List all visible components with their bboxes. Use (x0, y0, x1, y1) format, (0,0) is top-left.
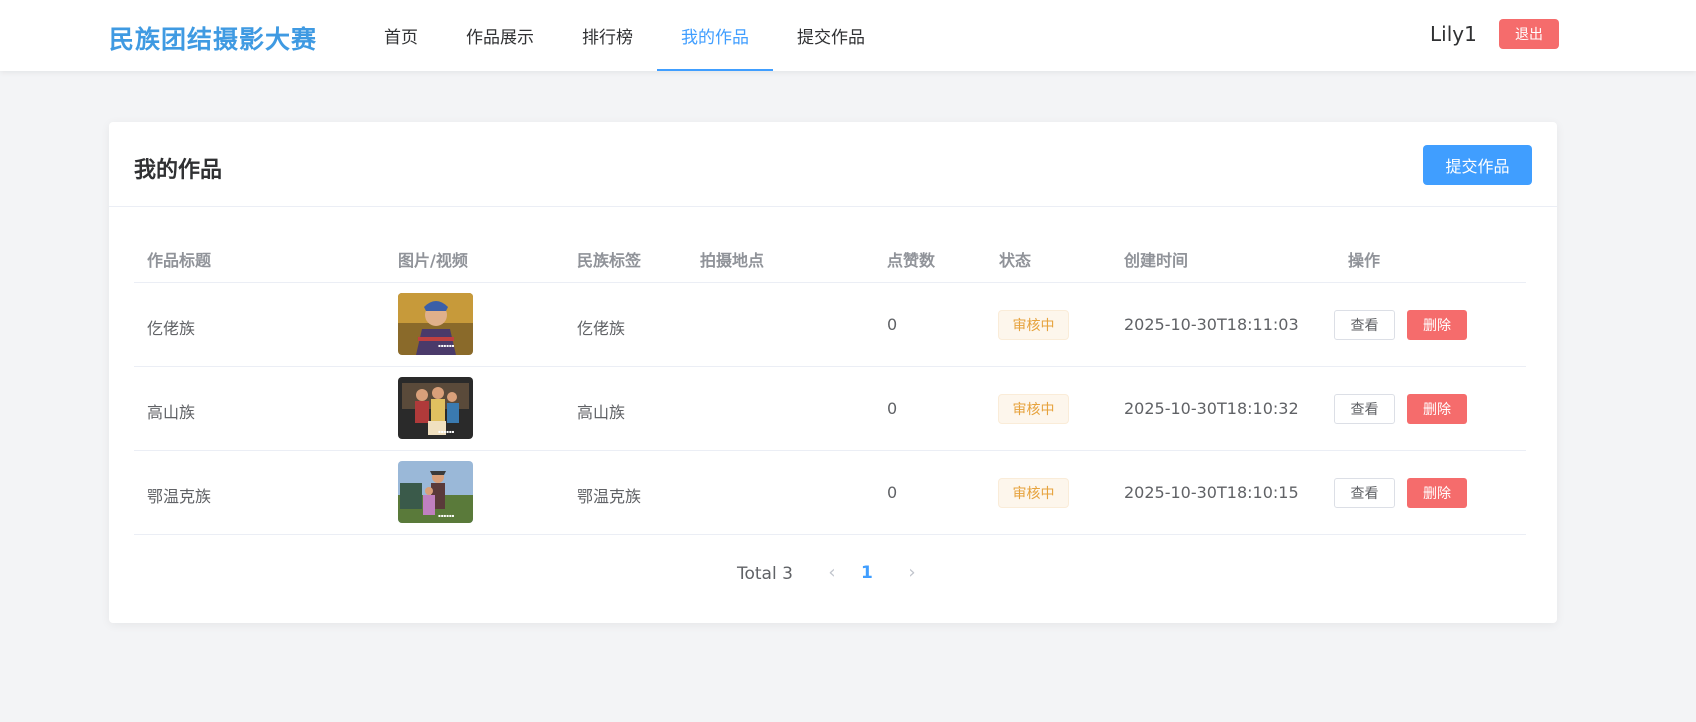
column-header-created: 创建时间 (1124, 251, 1189, 270)
delete-button[interactable]: 删除 (1407, 478, 1467, 508)
status-badge: 审核中 (998, 310, 1069, 340)
site-brand[interactable]: 民族团结摄影大赛 (109, 20, 317, 56)
view-button[interactable]: 查看 (1334, 310, 1395, 340)
column-header-status: 状态 (999, 251, 1032, 270)
status-badge: 审核中 (998, 478, 1069, 508)
chevron-right-icon[interactable]: › (902, 562, 922, 586)
delete-button[interactable]: 删除 (1407, 394, 1467, 424)
created-time: 2025-10-30T18:10:15 (1124, 483, 1299, 502)
pagination-total: Total 3 (737, 564, 793, 584)
svg-text:▪▪▪▪▪▪: ▪▪▪▪▪▪ (438, 513, 455, 518)
page-title: 我的作品 (134, 158, 223, 183)
column-header-likes: 点赞数 (887, 251, 936, 270)
chevron-left-icon[interactable]: ‹ (822, 562, 842, 586)
work-title: 鄂温克族 (147, 487, 212, 506)
column-header-media: 图片/视频 (398, 251, 468, 270)
like-count: 0 (887, 483, 898, 502)
view-button[interactable]: 查看 (1334, 478, 1395, 508)
user-name[interactable]: Lily1 (1430, 22, 1477, 46)
pagination: Total 3 ‹ 1 › (109, 560, 1557, 590)
view-button[interactable]: 查看 (1334, 394, 1395, 424)
nav-home[interactable]: 首页 (360, 0, 442, 71)
table-row: 仡佬族 ▪▪▪▪▪▪ 仡佬族 0 审核中 2025-10-30T18:11:03… (134, 283, 1526, 367)
card-header: 我的作品 提交作品 (109, 122, 1557, 207)
work-title: 高山族 (147, 403, 196, 422)
table-row: 高山族 ▪▪▪▪▪▪ 高山族 0 审核中 2025-10-30T18:10:32… (134, 367, 1526, 451)
logout-button[interactable]: 退出 (1499, 19, 1559, 49)
column-header-ethnic-tag: 民族标签 (577, 251, 642, 270)
like-count: 0 (887, 399, 898, 418)
nav-my-works[interactable]: 我的作品 (657, 0, 773, 71)
svg-text:▪▪▪▪▪▪: ▪▪▪▪▪▪ (438, 429, 455, 434)
table-row: 鄂温克族 ▪▪▪▪▪▪ 鄂温克族 0 审核中 2025-10-30T18:10:… (134, 451, 1526, 535)
created-time: 2025-10-30T18:10:32 (1124, 399, 1299, 418)
status-badge: 审核中 (998, 394, 1069, 424)
like-count: 0 (887, 315, 898, 334)
delete-button[interactable]: 删除 (1407, 310, 1467, 340)
ethnic-tag: 鄂温克族 (577, 487, 642, 506)
column-header-actions: 操作 (1348, 251, 1381, 270)
ethnic-tag: 仡佬族 (577, 319, 626, 338)
photo-thumbnail-icon[interactable]: ▪▪▪▪▪▪ (398, 293, 473, 355)
nav-submit-work[interactable]: 提交作品 (773, 0, 889, 71)
submit-work-button[interactable]: 提交作品 (1423, 145, 1532, 185)
main-nav: 首页 作品展示 排行榜 我的作品 提交作品 (360, 0, 889, 71)
top-header: 民族团结摄影大赛 首页 作品展示 排行榜 我的作品 提交作品 Lily1 退出 (0, 0, 1696, 71)
svg-text:▪▪▪▪▪▪: ▪▪▪▪▪▪ (438, 343, 455, 348)
photo-thumbnail-icon[interactable]: ▪▪▪▪▪▪ (398, 377, 473, 439)
table-header: 作品标题 图片/视频 民族标签 拍摄地点 点赞数 状态 创建时间 操作 (134, 223, 1526, 283)
nav-gallery[interactable]: 作品展示 (442, 0, 558, 71)
photo-thumbnail-icon[interactable]: ▪▪▪▪▪▪ (398, 461, 473, 523)
column-header-location: 拍摄地点 (700, 251, 765, 270)
my-works-card: 我的作品 提交作品 作品标题 图片/视频 民族标签 拍摄地点 点赞数 状态 创建… (109, 122, 1557, 623)
page-number[interactable]: 1 (861, 563, 873, 583)
ethnic-tag: 高山族 (577, 403, 626, 422)
nav-ranking[interactable]: 排行榜 (558, 0, 657, 71)
created-time: 2025-10-30T18:11:03 (1124, 315, 1299, 334)
column-header-title: 作品标题 (147, 251, 212, 270)
work-title: 仡佬族 (147, 319, 196, 338)
